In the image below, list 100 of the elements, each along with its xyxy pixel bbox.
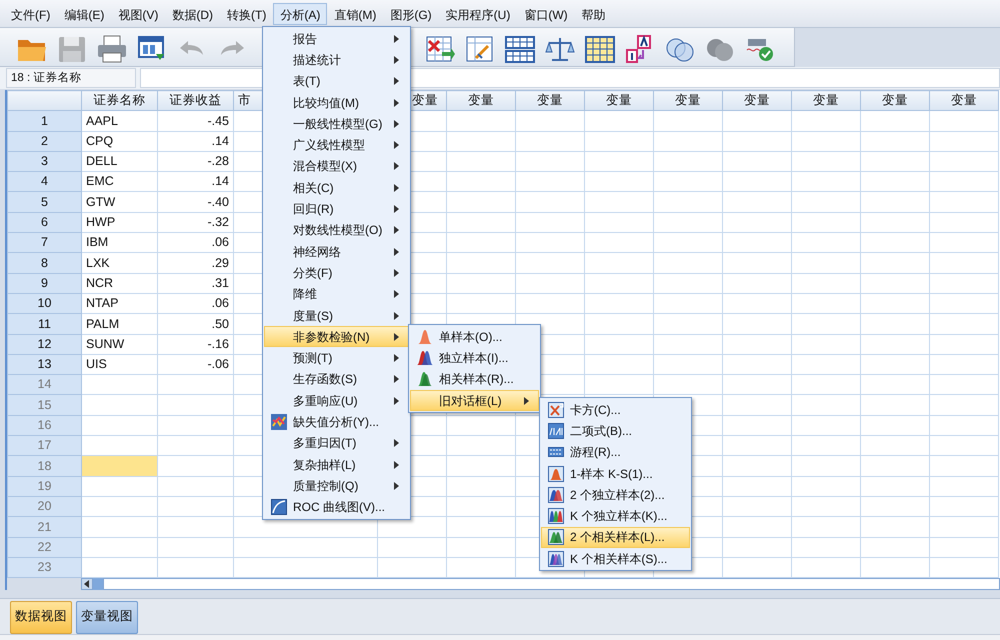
menu-item[interactable]: 1-样本 K-S(1)... [541, 462, 690, 484]
row-header[interactable]: 13 [8, 354, 82, 375]
menu-item[interactable]: 相关样本(R)... [410, 368, 539, 390]
menu-item[interactable]: K 个独立样本(K)... [541, 505, 690, 527]
menu-item[interactable]: 多重归因(T) [264, 432, 409, 454]
row-header[interactable]: 12 [8, 334, 82, 354]
menu-item[interactable]: 二项式(B)... [541, 420, 690, 442]
row-header[interactable]: 2 [8, 131, 82, 152]
menu-item[interactable]: 非参数检验(N) [264, 326, 409, 348]
table-cell: -.28 [158, 151, 234, 172]
bell-curves-icon [548, 508, 564, 524]
row-header[interactable]: 5 [8, 192, 82, 212]
menu-item[interactable]: 窗口(W) [517, 3, 575, 25]
menu-item[interactable]: 游程(R)... [541, 442, 690, 463]
menu-item[interactable]: 缺失值分析(Y)... [264, 411, 409, 433]
table-cell: NCR [82, 273, 158, 294]
table-cell: -.40 [158, 192, 234, 212]
table-cell: DELL [82, 151, 158, 172]
view-tab[interactable]: 数据视图 [10, 601, 72, 634]
menu-item[interactable]: 多重响应(U) [264, 390, 409, 412]
printer-icon[interactable] [96, 34, 128, 64]
menu-item[interactable]: 2 个独立样本(2)... [541, 484, 690, 506]
menu-item[interactable]: 旧对话框(L) [410, 390, 539, 412]
chi-square-icon [548, 402, 564, 418]
menu-item[interactable]: 度量(S) [264, 304, 409, 326]
table-cell: .06 [158, 293, 234, 314]
menu-item[interactable]: 2 个相关样本(L)... [541, 526, 690, 548]
menu-item[interactable]: 复杂抽样(L) [264, 454, 409, 476]
menu-item[interactable]: 分类(F) [264, 262, 409, 284]
menu-item[interactable]: 图形(G) [383, 3, 439, 25]
menu-item[interactable]: 帮助 [574, 3, 613, 25]
column-header[interactable]: 变量 [860, 90, 930, 111]
menu-item[interactable]: 数据(D) [165, 3, 220, 25]
bell-curves-icon [548, 550, 564, 567]
table-cell: EMC [82, 172, 158, 192]
column-header[interactable]: 变量 [516, 90, 584, 111]
menu-item[interactable]: 单样本(O)... [410, 326, 539, 348]
scroll-thumb[interactable] [93, 578, 103, 590]
table-cell: PALM [82, 314, 158, 334]
menu-item[interactable]: 实用程序(U) [438, 3, 518, 25]
row-header[interactable]: 6 [8, 212, 82, 233]
menu-item[interactable]: 报告 [264, 28, 409, 50]
menu-item[interactable]: 文件(F) [4, 3, 58, 25]
column-header[interactable]: 变量 [654, 90, 722, 111]
row-header[interactable]: 7 [8, 232, 82, 253]
menu-item[interactable]: 一般线性模型(G) [264, 113, 409, 134]
row-header[interactable]: 9 [8, 273, 82, 294]
menu-item[interactable]: ROC 曲线图(V)... [264, 496, 409, 518]
menu-item[interactable]: 质量控制(Q) [264, 475, 409, 497]
table-cell: HWP [82, 212, 158, 233]
bell-curves-icon [548, 529, 564, 546]
table-cell: NTAP [82, 293, 158, 314]
view-tab[interactable]: 变量视图 [76, 601, 138, 634]
scroll-left-button[interactable] [81, 578, 93, 590]
menu-item[interactable]: 描述统计 [264, 49, 409, 71]
row-header[interactable]: 4 [8, 172, 82, 192]
table-cell: .14 [158, 131, 234, 152]
column-header[interactable]: 变量 [722, 90, 792, 111]
menu-item[interactable]: 生存函数(S) [264, 368, 409, 390]
menu-item[interactable]: 相关(C) [264, 177, 409, 198]
bell-curves-icon [417, 350, 433, 366]
bell-curve-icon [417, 328, 433, 345]
menu-item[interactable]: 神经网络 [264, 240, 409, 262]
column-header[interactable]: 变量 [930, 90, 998, 111]
menu-item[interactable]: 对数线性模型(O) [264, 220, 409, 241]
menu-item[interactable]: K 个相关样本(S)... [541, 548, 690, 570]
menu-item[interactable]: 视图(V) [111, 3, 166, 25]
column-header[interactable]: 证券收益 [158, 90, 234, 111]
row-header[interactable]: 3 [8, 151, 82, 172]
column-header[interactable]: 证券名称 [82, 90, 158, 111]
menu-item[interactable]: 回归(R) [264, 198, 409, 220]
cell-reference: 18 : 证券名称 [6, 68, 136, 88]
menu-item[interactable]: 预测(T) [264, 347, 409, 369]
column-header[interactable]: 变量 [584, 90, 654, 111]
row-header[interactable]: 1 [8, 110, 82, 132]
row-header[interactable]: 8 [8, 252, 82, 274]
table-cell: .31 [158, 273, 234, 294]
menu-item[interactable]: 混合模型(X) [264, 156, 409, 178]
table-icon[interactable] [584, 34, 616, 64]
table-cell: -.45 [158, 110, 234, 132]
menu-item[interactable]: 编辑(E) [57, 3, 112, 25]
menu-item[interactable]: 直销(M) [327, 3, 384, 25]
missing-values-icon [271, 414, 287, 430]
menu-item[interactable]: 降维 [264, 284, 409, 305]
bell-curves-icon [548, 486, 564, 503]
row-header[interactable]: 11 [8, 314, 82, 334]
table-cell: AAPL [82, 110, 158, 132]
row-header[interactable]: 10 [8, 293, 82, 314]
menu-item[interactable]: 广义线性模型 [264, 134, 409, 156]
menu-item[interactable]: 独立样本(I)... [410, 347, 539, 369]
menu-item[interactable]: 分析(A) [273, 3, 328, 25]
menu-item[interactable]: 表(T) [264, 70, 409, 92]
menu-item[interactable]: 卡方(C)... [541, 399, 690, 420]
table-delete-icon[interactable] [424, 34, 456, 64]
column-header[interactable]: 变量 [792, 90, 860, 111]
bell-curve-icon [548, 466, 564, 482]
column-header[interactable]: 变量 [446, 90, 516, 111]
menu-item[interactable]: 转换(T) [220, 3, 274, 25]
table-icon[interactable] [504, 34, 536, 64]
table-cell: -.06 [158, 354, 234, 375]
